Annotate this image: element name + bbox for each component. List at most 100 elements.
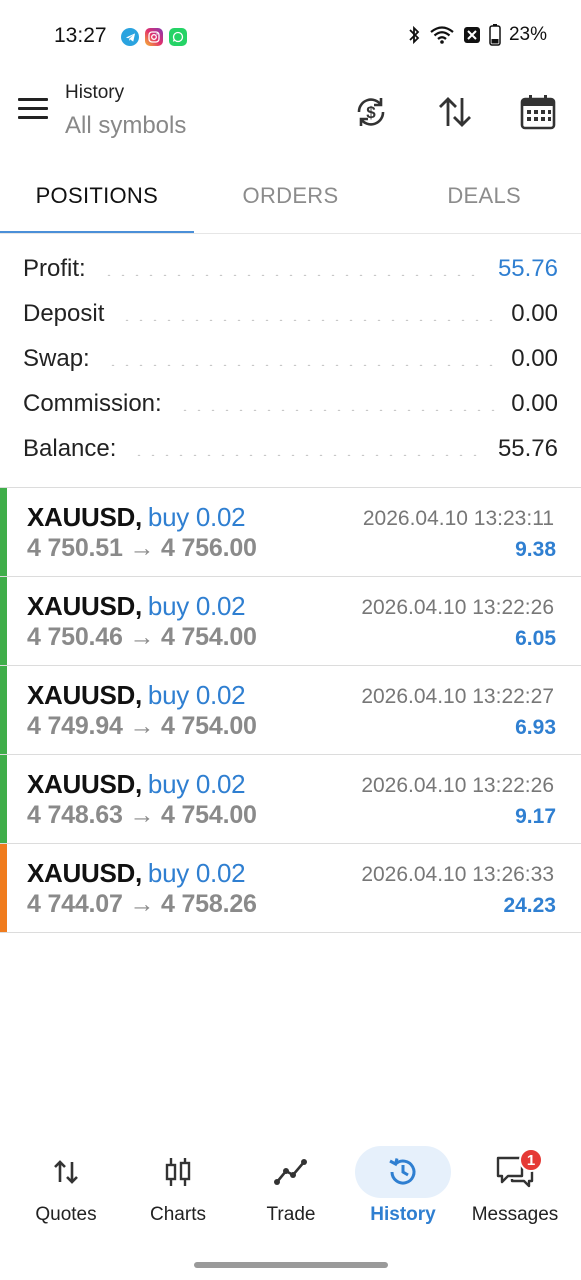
- currency-sync-button[interactable]: $: [349, 90, 393, 134]
- nav-label: Trade: [266, 1204, 316, 1225]
- wifi-icon: [430, 26, 454, 44]
- app-header: History All symbols $: [0, 76, 581, 158]
- position-datetime: 2026.04.10 13:26:33: [361, 863, 554, 886]
- position-side: buy 0.02: [147, 769, 246, 799]
- position-symbol: XAUUSD, buy 0.02: [27, 591, 246, 621]
- summary-deposit: Deposit 0.00: [0, 291, 581, 336]
- summary-value: 0.00: [511, 389, 558, 417]
- history-tabs: POSITIONS ORDERS DEALS: [0, 158, 581, 234]
- positions-list: XAUUSD, buy 0.02 2026.04.10 13:23:11 4 75…: [0, 488, 581, 933]
- nav-label: Quotes: [35, 1204, 97, 1225]
- nav-messages[interactable]: 1 Messages: [457, 1140, 573, 1240]
- summary-label: Swap:: [23, 344, 90, 372]
- position-symbol: XAUUSD, buy 0.02: [27, 769, 246, 799]
- leader-dots: [132, 453, 482, 456]
- status-time: 13:27: [54, 24, 107, 47]
- position-prices: 4 748.63 → 4 754.00: [27, 801, 257, 829]
- currency-sync-icon: $: [357, 98, 385, 126]
- summary-balance: Balance: 55.76: [0, 426, 581, 471]
- bottom-nav: Quotes Charts Trade History 1 Messages: [0, 1140, 581, 1240]
- nav-label: Charts: [150, 1204, 206, 1225]
- calendar-icon: [520, 95, 556, 130]
- nav-label: Messages: [471, 1204, 559, 1225]
- home-indicator[interactable]: [194, 1262, 388, 1268]
- status-right: 23%: [407, 24, 547, 46]
- position-status-bar: [0, 577, 7, 665]
- svg-text:$: $: [366, 103, 376, 122]
- position-status-bar: [0, 666, 7, 754]
- nav-trade[interactable]: Trade: [233, 1140, 349, 1240]
- position-side: buy 0.02: [147, 858, 246, 888]
- position-row[interactable]: XAUUSD, buy 0.02 2026.04.10 13:26:33 4 74…: [0, 844, 581, 933]
- position-row[interactable]: XAUUSD, buy 0.02 2026.04.10 13:22:26 4 75…: [0, 577, 581, 666]
- position-prices: 4 744.07 → 4 758.26: [27, 890, 257, 918]
- position-profit: 24.23: [503, 894, 556, 917]
- position-datetime: 2026.04.10 13:22:26: [361, 774, 554, 797]
- position-prices: 4 750.46 → 4 754.00: [27, 623, 257, 651]
- summary-value: 0.00: [511, 344, 558, 372]
- sort-button[interactable]: [433, 90, 477, 134]
- summary-label: Profit:: [23, 254, 86, 282]
- position-profit: 6.05: [515, 627, 556, 650]
- instagram-icon: [145, 28, 163, 46]
- position-profit: 9.17: [515, 805, 556, 828]
- nav-history[interactable]: History: [345, 1140, 461, 1240]
- summary-value: 0.00: [511, 299, 558, 327]
- nav-quotes[interactable]: Quotes: [8, 1140, 124, 1240]
- calendar-button[interactable]: [516, 90, 560, 134]
- tab-deals[interactable]: DEALS: [387, 158, 581, 234]
- position-side: buy 0.02: [147, 502, 246, 532]
- position-prices: 4 750.51 → 4 756.00: [27, 534, 257, 562]
- tab-positions[interactable]: POSITIONS: [0, 158, 194, 234]
- summary-profit: Profit: 55.76: [0, 246, 581, 291]
- leader-dots: [105, 363, 496, 366]
- status-bar: 13:27 23%: [0, 0, 581, 76]
- tabs-divider: [0, 233, 581, 234]
- messages-badge: 1: [519, 1148, 543, 1172]
- summary-label: Balance:: [23, 434, 117, 462]
- position-row[interactable]: XAUUSD, buy 0.02 2026.04.10 13:23:11 4 75…: [0, 488, 581, 577]
- position-side: buy 0.02: [147, 680, 246, 710]
- nav-label: History: [370, 1204, 436, 1225]
- nfc-icon: [463, 27, 480, 43]
- position-prices: 4 749.94 → 4 754.00: [27, 712, 257, 740]
- position-datetime: 2026.04.10 13:22:27: [361, 685, 554, 708]
- battery-percent: 23%: [508, 24, 547, 45]
- summary-value: 55.76: [497, 434, 558, 462]
- status-app-icons: [121, 28, 187, 46]
- battery-icon: [489, 24, 501, 46]
- position-status-bar: [0, 844, 7, 932]
- position-profit: 6.93: [515, 716, 556, 739]
- history-clock-icon: [389, 1158, 416, 1185]
- sort-arrows-icon: [439, 97, 471, 127]
- position-datetime: 2026.04.10 13:23:11: [362, 507, 554, 530]
- position-symbol: XAUUSD, buy 0.02: [27, 680, 246, 710]
- position-status-bar: [0, 755, 7, 843]
- nav-charts[interactable]: Charts: [120, 1140, 236, 1240]
- position-status-bar: [0, 488, 7, 576]
- whatsapp-icon: [169, 28, 187, 46]
- leader-dots: [101, 273, 482, 276]
- page-title: History: [65, 82, 125, 103]
- symbol-filter[interactable]: All symbols: [65, 112, 186, 140]
- leader-dots: [177, 408, 496, 411]
- position-row[interactable]: XAUUSD, buy 0.02 2026.04.10 13:22:27 4 74…: [0, 666, 581, 755]
- menu-button[interactable]: [18, 98, 48, 120]
- bluetooth-icon: [409, 25, 420, 45]
- position-symbol: XAUUSD, buy 0.02: [27, 502, 246, 532]
- tab-orders[interactable]: ORDERS: [194, 158, 388, 234]
- leader-dots: [120, 318, 496, 321]
- candlestick-icon: [165, 1158, 191, 1186]
- position-profit: 9.38: [515, 538, 556, 561]
- position-row[interactable]: XAUUSD, buy 0.02 2026.04.10 13:22:26 4 74…: [0, 755, 581, 844]
- summary-value: 55.76: [497, 254, 558, 282]
- trend-line-icon: [274, 1159, 307, 1185]
- summary-panel: Profit: 55.76 Deposit 0.00 Swap: 0.00 Co…: [0, 246, 581, 471]
- summary-label: Deposit: [23, 299, 105, 327]
- menu-icon: [18, 98, 48, 101]
- position-side: buy 0.02: [147, 591, 246, 621]
- position-datetime: 2026.04.10 13:22:26: [361, 596, 554, 619]
- quotes-arrows-icon: [54, 1160, 78, 1184]
- summary-swap: Swap: 0.00: [0, 336, 581, 381]
- summary-label: Commission:: [23, 389, 162, 417]
